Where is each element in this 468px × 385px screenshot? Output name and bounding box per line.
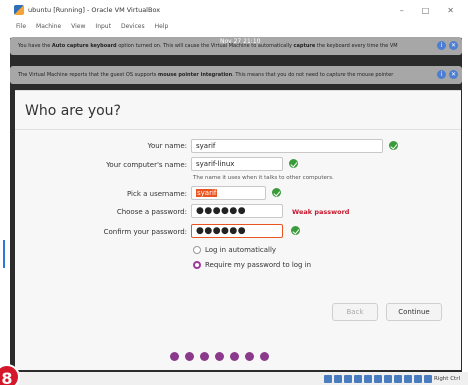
audio-icon[interactable] [343, 374, 352, 383]
title-divider [15, 129, 461, 130]
progress-dot [200, 352, 209, 361]
name-ok-icon [389, 141, 398, 150]
progress-dot [215, 352, 224, 361]
notice-close-icon[interactable]: ✕ [449, 41, 458, 50]
menu-help[interactable]: Help [155, 23, 169, 30]
maximize-button[interactable]: □ [422, 6, 430, 15]
username-ok-icon [272, 188, 281, 197]
password-strength: Weak password [292, 208, 350, 216]
login-require-radio[interactable] [193, 261, 201, 269]
vbox-menubar: File Machine View Input Devices Help [10, 20, 468, 32]
notice-close-icon[interactable]: ✕ [449, 70, 458, 79]
window-title: ubuntu [Running] - Oracle VM VirtualBox [28, 6, 161, 14]
menu-devices[interactable]: Devices [121, 23, 145, 30]
keyboard-notice-text: You have the Auto capture keyboard optio… [18, 43, 398, 49]
progress-dot [230, 352, 239, 361]
progress-dot [170, 352, 179, 361]
install-progress-dots [170, 352, 269, 361]
menu-view[interactable]: View [71, 23, 85, 30]
username-label: Pick a username: [126, 190, 187, 198]
notice-info-icon[interactable]: i [437, 70, 446, 79]
installer-window: Who are you? Your name: syarif Your comp… [15, 90, 461, 370]
your-name-input[interactable]: syarif [191, 139, 383, 153]
confirm-password-label: Confirm your password: [103, 228, 187, 236]
confirm-password-input[interactable]: ●●●●●● [191, 224, 283, 238]
page-title: Who are you? [25, 103, 121, 119]
computer-name-label: Your computer's name: [106, 161, 187, 169]
username-input[interactable]: syarif [191, 186, 266, 200]
vbox-titlebar: ubuntu [Running] - Oracle VM VirtualBox … [10, 0, 468, 20]
computer-name-ok-icon [289, 159, 298, 168]
computer-name-input[interactable]: syarif-linux [191, 157, 283, 171]
login-auto-label: Log in automatically [205, 246, 277, 254]
progress-dot [185, 352, 194, 361]
host-key-label: Right Ctrl [433, 375, 460, 382]
hdd-icon[interactable] [323, 374, 332, 383]
recording-icon[interactable] [393, 374, 402, 383]
usb-icon[interactable] [363, 374, 372, 383]
back-button[interactable]: Back [332, 303, 378, 321]
menu-machine[interactable]: Machine [36, 23, 61, 30]
virtualbox-icon [14, 5, 24, 15]
mouse-integration-icon[interactable] [413, 374, 422, 383]
guest-clock: Nov 27 21:10 [220, 38, 261, 45]
cpu-icon[interactable] [403, 374, 412, 383]
confirm-ok-icon [291, 226, 300, 235]
password-label: Choose a password: [116, 208, 187, 216]
menu-file[interactable]: File [16, 23, 26, 30]
username-selection: syarif [196, 189, 218, 197]
your-name-label: Your name: [147, 142, 187, 150]
network-icon[interactable] [353, 374, 362, 383]
computer-name-hint: The name it uses when it talks to other … [193, 175, 334, 181]
login-auto-option[interactable]: Log in automatically [193, 246, 276, 254]
menu-input[interactable]: Input [95, 23, 111, 30]
mouse-notice-text: The Virtual Machine reports that the gue… [18, 72, 394, 78]
progress-dot [260, 352, 269, 361]
optical-drive-icon[interactable] [333, 374, 342, 383]
left-accent [3, 240, 5, 268]
notice-info-icon[interactable]: i [437, 41, 446, 50]
display-icon[interactable] [383, 374, 392, 383]
left-strip [0, 0, 10, 385]
vbox-statusbar: Right Ctrl [10, 372, 468, 385]
shared-folder-icon[interactable] [373, 374, 382, 383]
progress-dot [245, 352, 254, 361]
login-require-label: Require my password to log in [205, 261, 312, 269]
close-button[interactable]: ✕ [447, 6, 454, 15]
continue-button[interactable]: Continue [386, 303, 442, 321]
login-require-option[interactable]: Require my password to log in [193, 261, 311, 269]
keyboard-capture-notice: Nov 27 21:10 You have the Auto capture k… [10, 37, 462, 55]
minimize-button[interactable]: – [400, 6, 404, 15]
keyboard-icon[interactable] [423, 374, 432, 383]
login-auto-radio[interactable] [193, 246, 201, 254]
password-input[interactable]: ●●●●●● [191, 204, 283, 218]
mouse-integration-notice: The Virtual Machine reports that the gue… [10, 66, 462, 84]
